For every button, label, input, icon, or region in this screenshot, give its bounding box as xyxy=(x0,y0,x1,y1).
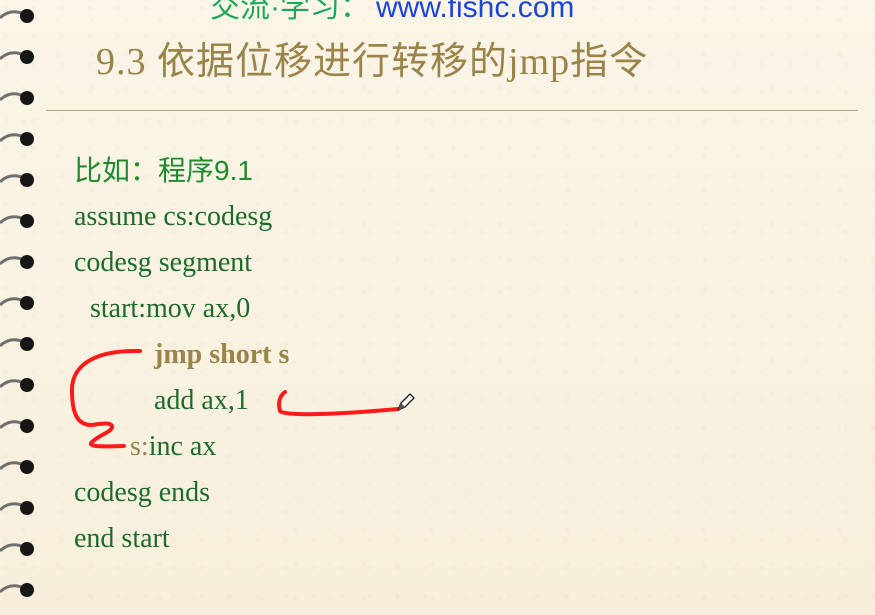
binding-hole xyxy=(20,50,34,64)
code-inc: inc ax xyxy=(148,431,217,462)
binding-hole xyxy=(20,296,34,310)
banner-site: www.fishc.com xyxy=(376,0,575,24)
binding-hole xyxy=(20,501,34,515)
code-line-assume: assume cs:codesg xyxy=(74,201,273,232)
binding-hole xyxy=(20,583,34,597)
banner-prefix: 交流·学习： xyxy=(210,0,370,24)
binding-hole xyxy=(20,91,34,105)
code-caption: 比如：程序9.1 xyxy=(74,155,253,186)
binding-hole xyxy=(20,378,34,392)
code-line-ends: codesg ends xyxy=(74,477,211,508)
code-line-end: end start xyxy=(74,523,170,554)
binding-hole xyxy=(20,419,34,433)
binding-hole xyxy=(20,214,34,228)
slide-title: 9.3 依据位移进行转移的jmp指令 xyxy=(96,41,649,83)
code-line-add: add ax,1 xyxy=(154,385,249,416)
code-line-start: start:mov ax,0 xyxy=(90,293,251,324)
label-s: s: xyxy=(130,431,149,462)
spiral-binding xyxy=(0,9,34,597)
binding-hole xyxy=(20,132,34,146)
binding-hole xyxy=(20,255,34,269)
code-line-s: s:inc ax xyxy=(74,424,289,470)
title-divider xyxy=(46,110,858,111)
binding-hole xyxy=(20,337,34,351)
code-line-segment: codesg segment xyxy=(74,247,253,278)
binding-hole xyxy=(20,542,34,556)
pen-cursor-icon xyxy=(397,393,415,411)
binding-hole xyxy=(20,173,34,187)
code-block: 比如：程序9.1 assume cs:codesg codesg segment… xyxy=(74,148,289,562)
binding-hole xyxy=(20,460,34,474)
code-line-jmp: jmp short s xyxy=(154,339,290,370)
binding-hole xyxy=(20,9,34,23)
site-banner: 交流·学习： www.fishc.com xyxy=(210,0,574,26)
